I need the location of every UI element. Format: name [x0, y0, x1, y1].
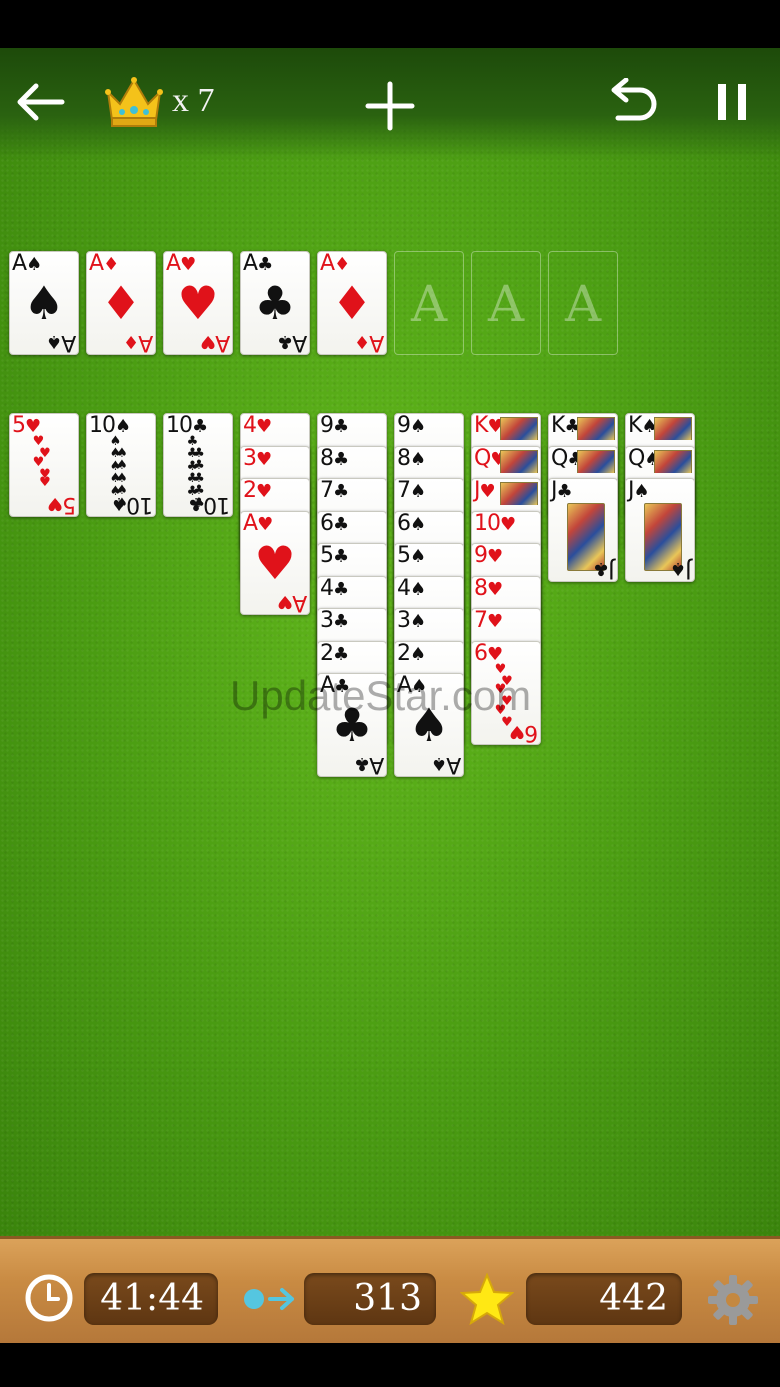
foundation-slot-empty[interactable]: A	[394, 251, 464, 355]
card-rank: 2♥	[243, 478, 272, 503]
card-rank-bottom: A♠	[46, 330, 76, 355]
tableau-card[interactable]: 5♥ ♥ ♥ ♥ ♥ ♥ 5♥	[9, 413, 79, 517]
card-suit-center: ♥	[177, 276, 219, 330]
card-suit-center: ♣	[254, 276, 296, 330]
card-rank: 5♣	[320, 543, 349, 568]
card-rank: 6♠	[397, 510, 426, 536]
face-card-art	[577, 449, 615, 473]
tableau-card[interactable]: 10♣ ♣ ♣ ♣ ♣ ♣ ♣ ♣ ♣ ♣ ♣ 10♣	[163, 413, 233, 517]
card-rank: 8♠	[397, 445, 426, 471]
face-card-art	[654, 417, 692, 440]
foundation-card[interactable]: A♦ ♦ A♦	[317, 251, 387, 355]
card-rank: 3♣	[320, 608, 349, 633]
card-pips: ♥ ♥ ♥ ♥ ♥	[32, 434, 58, 491]
card-rank: 9♥	[474, 543, 503, 568]
card-rank-bottom: A♦	[354, 330, 384, 355]
crown-count: x 7	[172, 82, 215, 119]
undo-icon[interactable]	[604, 78, 662, 126]
card-rank: A♥	[166, 251, 196, 276]
clock-icon	[25, 1274, 73, 1322]
card-rank: 7♥	[474, 608, 503, 633]
moves-arrow-icon	[244, 1288, 294, 1310]
face-card-art	[577, 417, 615, 440]
tableau-card[interactable]: A♥ ♥ A♥	[240, 510, 310, 615]
card-rank: A♦	[320, 251, 350, 276]
bottom-status-bar: 41:44 313 442	[0, 1236, 780, 1343]
card-rank: 2♠	[397, 640, 426, 666]
foundation-slot-empty[interactable]: A	[548, 251, 618, 355]
foundation-card[interactable]: A♦ ♦ A♦	[86, 251, 156, 355]
card-rank: J♣	[551, 478, 573, 503]
card-rank-bottom: A♣	[354, 752, 384, 777]
foundation-card[interactable]: A♠ ♠ A♠	[9, 251, 79, 355]
card-rank: 4♥	[243, 413, 272, 438]
card-rank: 7♣	[320, 478, 349, 503]
card-rank: A♦	[89, 251, 119, 276]
moves-counter: 313	[304, 1273, 436, 1325]
gear-icon[interactable]	[706, 1273, 760, 1327]
card-rank-bottom: 6♥	[509, 719, 538, 745]
star-icon	[460, 1273, 514, 1325]
card-rank: 9♣	[320, 413, 349, 438]
foundation-card[interactable]: A♣ ♣ A♣	[240, 251, 310, 355]
card-rank-bottom: 10♠	[111, 492, 153, 517]
card-rank-bottom: A♠	[431, 752, 461, 777]
face-card-art	[500, 482, 538, 505]
card-rank-bottom: A♦	[123, 330, 153, 355]
card-rank: 8♣	[320, 445, 349, 471]
card-rank: 5♠	[397, 543, 426, 568]
card-rank: 4♣	[320, 575, 349, 601]
card-rank-bottom: A♥	[200, 330, 230, 355]
tableau-card[interactable]: 10♠ ♠ ♠ ♠ ♠ ♠ ♠ ♠ ♠ ♠ ♠ 10♠	[86, 413, 156, 517]
card-rank: J♠	[628, 478, 650, 503]
card-rank: K♣	[551, 413, 581, 438]
card-rank: A♠	[12, 251, 42, 276]
game-table	[0, 48, 780, 1238]
card-rank-bottom: 5♥	[47, 492, 76, 517]
card-suit-center: ♥	[254, 535, 296, 590]
foundation-card[interactable]: A♥ ♥ A♥	[163, 251, 233, 355]
crown-icon	[105, 77, 163, 127]
card-rank: 4♠	[397, 575, 426, 601]
tableau-card[interactable]: J♠ J♠	[625, 478, 695, 582]
card-rank: 6♣	[320, 510, 349, 536]
card-pips: ♣ ♣ ♣ ♣ ♣ ♣ ♣ ♣ ♣ ♣	[186, 434, 212, 511]
watermark: UpdateStar.com	[230, 672, 532, 719]
card-rank: K♥	[474, 413, 504, 438]
card-rank-bottom: A♣	[277, 330, 307, 355]
back-arrow-icon[interactable]	[12, 78, 68, 126]
face-card-art	[654, 449, 692, 473]
tableau-card[interactable]: J♣ J♣	[548, 478, 618, 582]
card-rank: 3♥	[243, 445, 272, 471]
card-rank: 9♠	[397, 413, 426, 438]
card-suit-center: ♦	[331, 276, 373, 330]
card-rank: 10♥	[474, 510, 516, 536]
card-rank: 2♣	[320, 640, 349, 666]
card-rank: J♥	[474, 478, 496, 503]
card-rank-bottom: A♥	[277, 589, 307, 615]
card-rank: 3♠	[397, 608, 426, 633]
card-rank: 7♠	[397, 478, 426, 503]
card-rank: K♠	[628, 413, 658, 438]
card-suit-center: ♦	[100, 276, 142, 330]
foundation-slot-empty[interactable]: A	[471, 251, 541, 355]
card-pips: ♠ ♠ ♠ ♠ ♠ ♠ ♠ ♠ ♠ ♠	[109, 434, 135, 511]
card-rank: A♣	[243, 251, 273, 276]
timer-display: 41:44	[84, 1273, 218, 1325]
add-icon[interactable]	[362, 78, 418, 134]
pause-icon[interactable]	[708, 78, 756, 126]
face-card-art	[500, 449, 538, 473]
card-suit-center: ♠	[23, 276, 65, 330]
score-display: 442	[526, 1273, 682, 1325]
card-rank-bottom: J♠	[671, 557, 692, 582]
card-rank: A♥	[243, 510, 273, 536]
face-card-art	[500, 417, 538, 440]
card-rank-bottom: J♣	[594, 557, 615, 582]
card-rank: 8♥	[474, 575, 503, 601]
card-rank-bottom: 10♣	[188, 492, 230, 517]
